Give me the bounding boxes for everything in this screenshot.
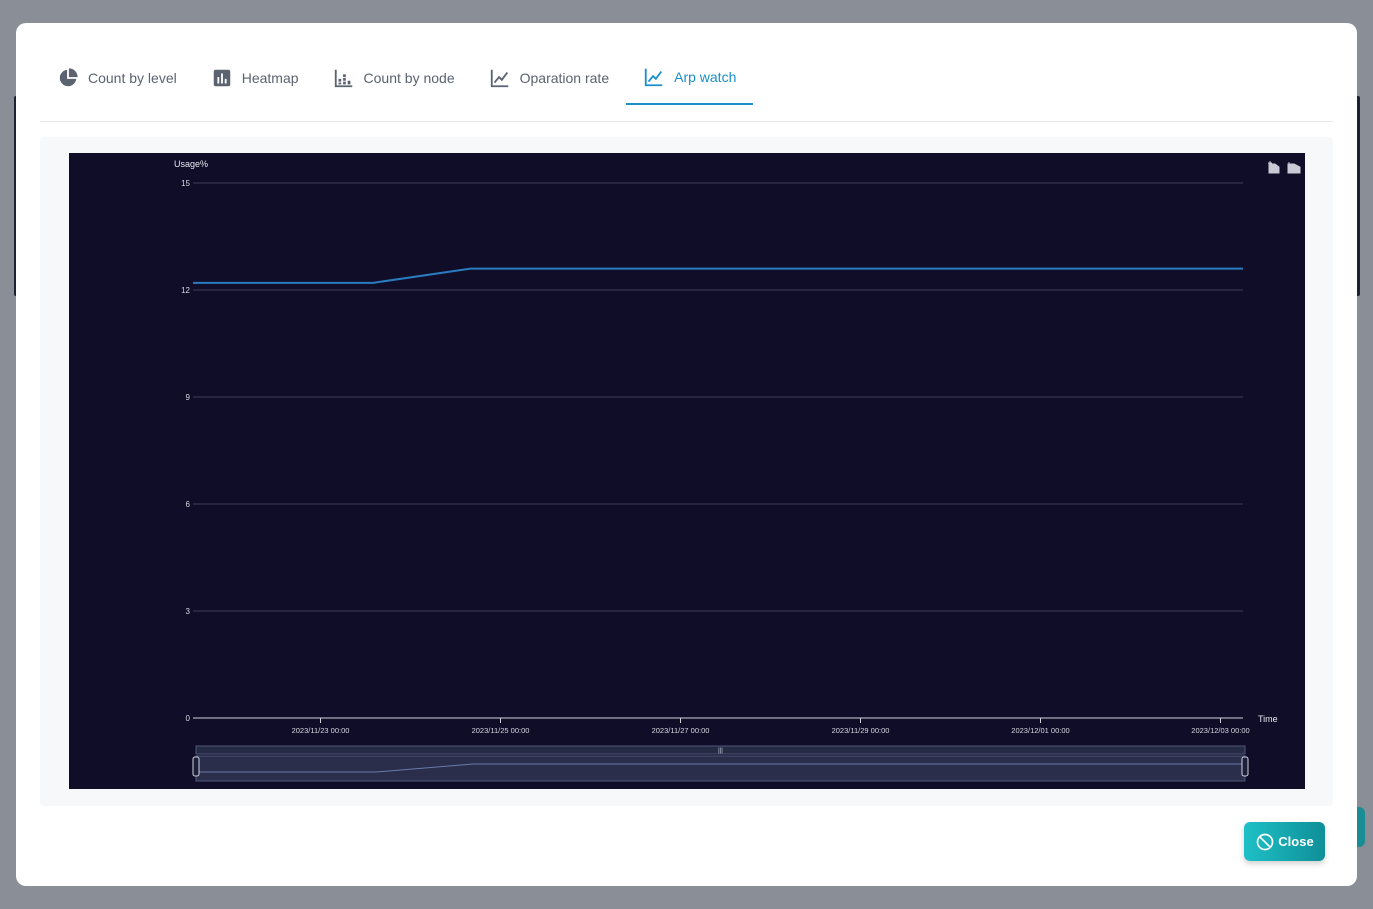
datazoom-start-handle xyxy=(192,756,200,777)
y-tick-label: 0 xyxy=(186,714,191,723)
close-button-label: Close xyxy=(1278,834,1314,849)
datazoom-track xyxy=(195,755,1246,782)
chart-container: 0 3 6 9 12 15 Usage% Time 2023/11/23 00:00 2023/1… xyxy=(40,137,1333,806)
datazoom-grip: ||| xyxy=(718,748,723,754)
line-chart-icon xyxy=(644,68,663,87)
tab-label: Count by level xyxy=(88,70,177,86)
datazoom-end-handle xyxy=(1241,756,1249,777)
tab-oparation-rate[interactable]: Oparation rate xyxy=(472,51,627,105)
tab-count-by-node[interactable]: Count by node xyxy=(316,51,472,105)
stacked-bar-icon xyxy=(334,69,352,88)
y-tick-label: 9 xyxy=(186,393,191,402)
cancel-icon xyxy=(1256,833,1274,850)
x-tick-label: 2023/11/29 00:00 xyxy=(832,726,890,735)
close-button[interactable]: Close xyxy=(1244,822,1325,861)
zoom-reset-icon xyxy=(1287,162,1301,174)
tab-label: Arp watch xyxy=(674,69,737,85)
y-axis-label: Usage% xyxy=(174,159,208,169)
y-tick-label: 3 xyxy=(186,607,191,616)
tab-arp-watch[interactable]: Arp watch xyxy=(626,51,754,105)
chart-tabs: Count by level Heatmap Count by node Opa… xyxy=(40,51,1333,122)
pie-chart-icon xyxy=(59,68,78,87)
bar-chart-box-icon xyxy=(213,69,230,87)
y-tick-label: 15 xyxy=(181,179,190,188)
x-tick-label: 2023/12/03 00:00 xyxy=(1191,726,1249,735)
x-tick-label: 2023/11/23 00:00 xyxy=(292,726,350,735)
tab-label: Heatmap xyxy=(241,70,299,86)
line-chart: 0 3 6 9 12 15 Usage% Time 2023/11/23 00:00 2023/1… xyxy=(174,159,1301,782)
line-chart-icon xyxy=(490,69,508,88)
y-tick-label: 12 xyxy=(181,286,190,295)
x-tick-label: 2023/11/27 00:00 xyxy=(652,726,710,735)
tab-label: Oparation rate xyxy=(519,70,610,86)
tab-label: Count by node xyxy=(363,70,455,86)
tab-heatmap[interactable]: Heatmap xyxy=(194,51,316,105)
x-axis-label: Time xyxy=(1258,714,1278,724)
x-tick-label: 2023/12/01 00:00 xyxy=(1011,726,1069,735)
arp-watch-chart: 0 3 6 9 12 15 Usage% Time 2023/11/23 00:00 2023/1… xyxy=(69,153,1305,789)
chart-modal: Count by level Heatmap Count by node Opa… xyxy=(16,23,1357,886)
zoom-icon xyxy=(1268,161,1280,174)
tab-count-by-level[interactable]: Count by level xyxy=(40,51,194,105)
y-tick-label: 6 xyxy=(186,500,191,509)
x-tick-label: 2023/11/25 00:00 xyxy=(472,726,530,735)
series-line xyxy=(193,267,1243,284)
